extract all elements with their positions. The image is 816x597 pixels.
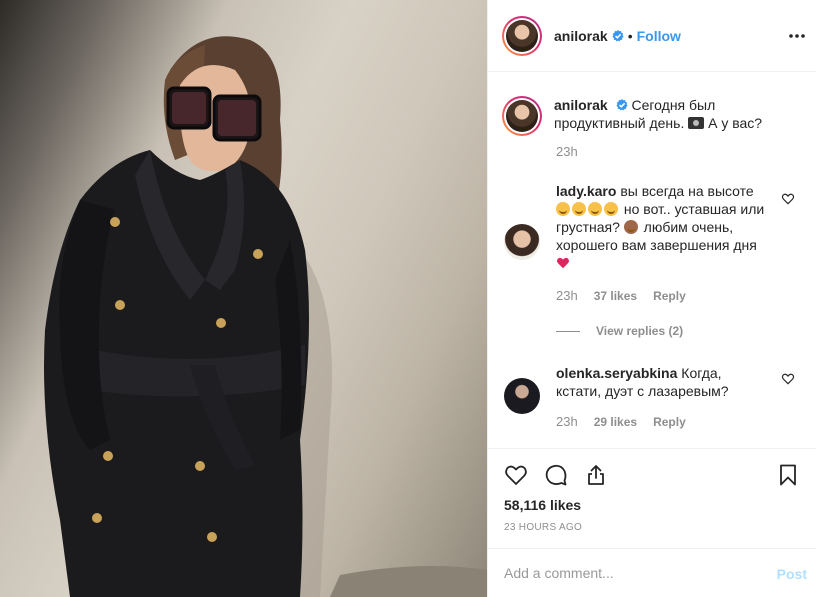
post-side-panel: anilorak • Follow anilorak Сегодня был п… [487, 0, 816, 597]
comment-meta: 23h 29 likes Reply [556, 414, 686, 429]
more-options-icon[interactable] [787, 26, 807, 46]
replies-divider [556, 330, 580, 332]
grinning-emoji [572, 202, 586, 216]
post-header: anilorak • Follow [488, 0, 816, 72]
commenter-username[interactable]: olenka.seryabkina [556, 365, 677, 381]
verified-badge-icon [612, 29, 624, 41]
grinning-emoji [556, 202, 570, 216]
share-icon[interactable] [584, 463, 608, 487]
separator-dot: • [627, 27, 633, 44]
caption-text: anilorak Сегодня был продуктивный день. … [554, 96, 774, 136]
commenter-username[interactable]: lady.karo [556, 183, 616, 199]
commenter-avatar[interactable] [504, 224, 540, 260]
add-comment-bar: Post [488, 548, 816, 597]
bookmark-icon[interactable] [776, 463, 800, 487]
post-action-bar [488, 448, 816, 498]
caption-author-avatar[interactable] [502, 96, 542, 136]
verified-badge-icon [615, 99, 628, 111]
comment-meta: 23h 37 likes Reply [556, 288, 686, 303]
comment-likes[interactable]: 37 likes [594, 289, 637, 303]
comment-reply-button[interactable]: Reply [653, 415, 686, 429]
author-username[interactable]: anilorak [554, 28, 608, 44]
comment-body-1: вы всегда на высоте [620, 183, 754, 199]
comment-timestamp[interactable]: 23h [556, 288, 578, 303]
caption-timestamp[interactable]: 23h [556, 144, 802, 159]
post-timestamp[interactable]: 23 HOURS AGO [504, 522, 582, 533]
commenter-avatar[interactable] [504, 378, 540, 414]
view-replies-button[interactable]: View replies (2) [556, 324, 683, 338]
follow-button[interactable]: Follow [637, 28, 681, 44]
comment-timestamp[interactable]: 23h [556, 414, 578, 429]
grinning-emoji [588, 202, 602, 216]
view-replies-label: View replies (2) [596, 324, 684, 338]
comment-reply-button[interactable]: Reply [653, 289, 686, 303]
post-photo-illustration [44, 36, 487, 597]
comment-likes[interactable]: 29 likes [594, 415, 637, 429]
post-caption: anilorak Сегодня был продуктивный день. … [502, 96, 802, 159]
red-heart-emoji [557, 257, 569, 269]
comment-like-icon[interactable] [781, 372, 795, 386]
caption-username[interactable]: anilorak [554, 97, 608, 113]
likes-count[interactable]: 58,116 likes [504, 497, 581, 513]
monkey-emoji [623, 220, 638, 234]
caption-body-2: А у вас? [708, 115, 763, 131]
comment-icon[interactable] [544, 463, 568, 487]
add-comment-input[interactable] [504, 565, 764, 581]
grinning-emoji [604, 202, 618, 216]
post-photo[interactable] [0, 0, 487, 597]
author-avatar[interactable] [502, 15, 542, 56]
post-comment-button[interactable]: Post [777, 566, 807, 582]
heart-icon[interactable] [504, 463, 528, 487]
comment-text: olenka.seryabkina Когда, кстати, дуэт с … [556, 364, 766, 400]
comment-text: lady.karo вы всегда на высоте но вот.. у… [556, 182, 766, 272]
camera-emoji [688, 117, 705, 129]
instagram-post-viewer: anilorak • Follow anilorak Сегодня был п… [0, 0, 816, 597]
comment-like-icon[interactable] [781, 192, 795, 206]
